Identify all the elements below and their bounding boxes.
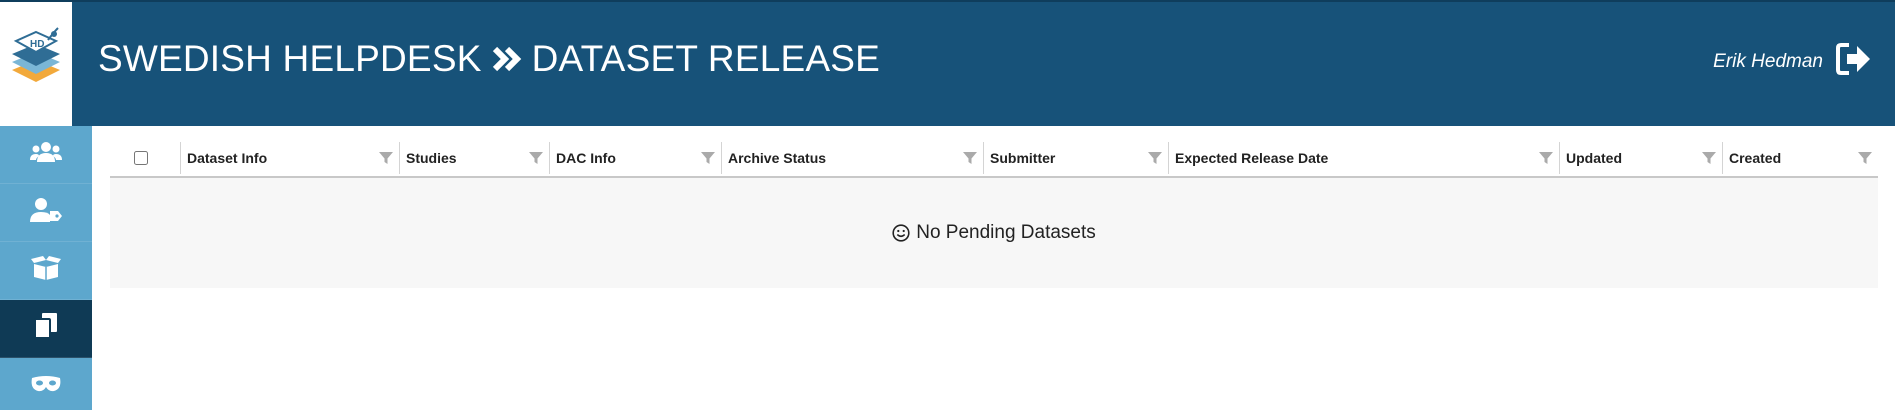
logo[interactable]: HD — [0, 2, 72, 128]
sidebar-item-box[interactable] — [0, 242, 92, 300]
app-name: SWEDISH HELPDESK — [98, 38, 482, 79]
sidebar-item-mask[interactable] — [0, 358, 92, 416]
open-box-icon — [31, 256, 61, 285]
column-label: Dataset Info — [187, 150, 268, 166]
filter-icon[interactable] — [379, 151, 393, 165]
user-tag-icon — [30, 197, 62, 228]
select-all-cell — [110, 142, 180, 174]
column-label: Updated — [1566, 150, 1622, 166]
empty-message: No Pending Datasets — [916, 222, 1096, 243]
column-header-archive-status[interactable]: Archive Status — [721, 142, 983, 174]
select-all-checkbox[interactable] — [134, 151, 148, 165]
column-label: DAC Info — [556, 150, 616, 166]
helpdesk-logo-icon: HD — [12, 27, 60, 82]
double-chevron-right-icon — [492, 45, 522, 73]
grid-header: Dataset Info Studies DAC Info Archive St… — [110, 140, 1878, 178]
users-icon — [30, 141, 62, 168]
column-header-expected-release-date[interactable]: Expected Release Date — [1168, 142, 1559, 174]
column-header-submitter[interactable]: Submitter — [983, 142, 1168, 174]
column-header-created[interactable]: Created — [1722, 142, 1878, 174]
column-header-dac-info[interactable]: DAC Info — [549, 142, 721, 174]
sidebar-item-user-tag[interactable] — [0, 184, 92, 242]
column-label: Created — [1729, 150, 1782, 166]
sidebar — [0, 126, 92, 416]
column-label: Studies — [406, 150, 457, 166]
dataset-grid: Dataset Info Studies DAC Info Archive St… — [110, 140, 1878, 288]
filter-icon[interactable] — [1858, 151, 1872, 165]
filter-icon[interactable] — [1148, 151, 1162, 165]
user-menu: Erik Hedman — [1713, 42, 1873, 81]
column-header-updated[interactable]: Updated — [1559, 142, 1722, 174]
column-header-dataset-info[interactable]: Dataset Info — [180, 142, 399, 174]
user-name: Erik Hedman — [1713, 50, 1823, 72]
column-label: Archive Status — [728, 150, 827, 166]
copy-documents-icon — [34, 313, 58, 344]
filter-icon[interactable] — [701, 151, 715, 165]
column-label: Expected Release Date — [1175, 150, 1329, 166]
column-label: Submitter — [990, 150, 1056, 166]
filter-icon[interactable] — [529, 151, 543, 165]
page-title: SWEDISH HELPDESK DATASET RELEASE — [98, 38, 880, 80]
mask-icon — [30, 375, 62, 398]
filter-icon[interactable] — [1702, 151, 1716, 165]
section-name: DATASET RELEASE — [531, 38, 881, 79]
empty-state: No Pending Datasets — [110, 178, 1878, 288]
sidebar-item-users[interactable] — [0, 126, 92, 184]
sign-out-icon[interactable] — [1835, 42, 1873, 81]
smiley-icon — [892, 224, 910, 242]
top-bar: HD SWEDISH HELPDESK DATASET RELEASE Erik… — [0, 0, 1895, 128]
filter-icon[interactable] — [963, 151, 977, 165]
sidebar-item-datasets[interactable] — [0, 300, 92, 358]
column-header-studies[interactable]: Studies — [399, 142, 549, 174]
filter-icon[interactable] — [1539, 151, 1553, 165]
logo-text: HD — [30, 39, 44, 50]
